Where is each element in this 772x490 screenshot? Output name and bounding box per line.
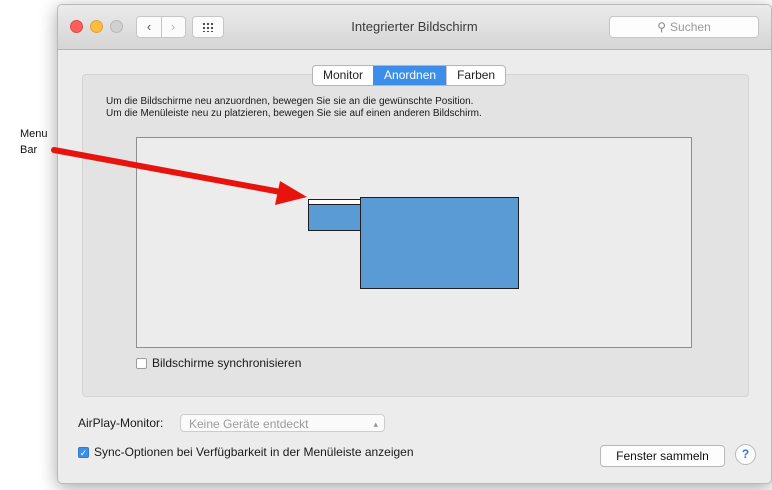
search-placeholder: Suchen <box>670 20 711 34</box>
airplay-label: AirPlay-Monitor: <box>78 416 164 430</box>
annotation-label: Menu Bar <box>20 126 60 158</box>
search-field[interactable]: ⚲ Suchen <box>609 16 759 38</box>
title-bar: ‹ › Integrierter Bildschirm ⚲ Suchen <box>58 5 771 50</box>
sync-options-checkbox[interactable]: ✓ <box>78 447 89 458</box>
help-button[interactable]: ? <box>735 444 756 465</box>
mirror-displays-label: Bildschirme synchronisieren <box>152 356 302 370</box>
sync-options-label: Sync-Optionen bei Verfügbarkeit in der M… <box>94 445 414 459</box>
menu-bar-indicator[interactable] <box>309 200 360 205</box>
preferences-window: ‹ › Integrierter Bildschirm ⚲ Suchen Moni… <box>57 4 772 484</box>
annotation-line-1: Menu <box>20 128 48 140</box>
gather-windows-button[interactable]: Fenster sammeln <box>600 445 725 467</box>
display-main[interactable] <box>360 197 519 289</box>
display-arrangement-area <box>136 137 692 348</box>
airplay-value: Keine Geräte entdeckt <box>189 417 309 431</box>
annotation-line-2: Bar <box>20 144 38 156</box>
tab-monitor[interactable]: Monitor <box>313 66 373 85</box>
tab-colors[interactable]: Farben <box>446 66 505 85</box>
mirror-displays-checkbox[interactable] <box>136 358 147 369</box>
magnifier-icon: ⚲ <box>657 20 667 34</box>
tab-arrange[interactable]: Anordnen <box>373 66 447 85</box>
tab-bar: Monitor Anordnen Farben <box>312 65 507 86</box>
airplay-select[interactable]: Keine Geräte entdeckt ▴ <box>180 414 385 432</box>
instruction-line-2: Um die Menüleiste neu zu platzieren, bew… <box>106 108 482 119</box>
arrange-instructions: Um die Bildschirme neu anzuordnen, beweg… <box>106 96 746 120</box>
chevron-updown-icon: ▴ <box>373 419 378 429</box>
instruction-line-1: Um die Bildschirme neu anzuordnen, beweg… <box>106 96 474 107</box>
display-secondary[interactable] <box>308 199 361 231</box>
